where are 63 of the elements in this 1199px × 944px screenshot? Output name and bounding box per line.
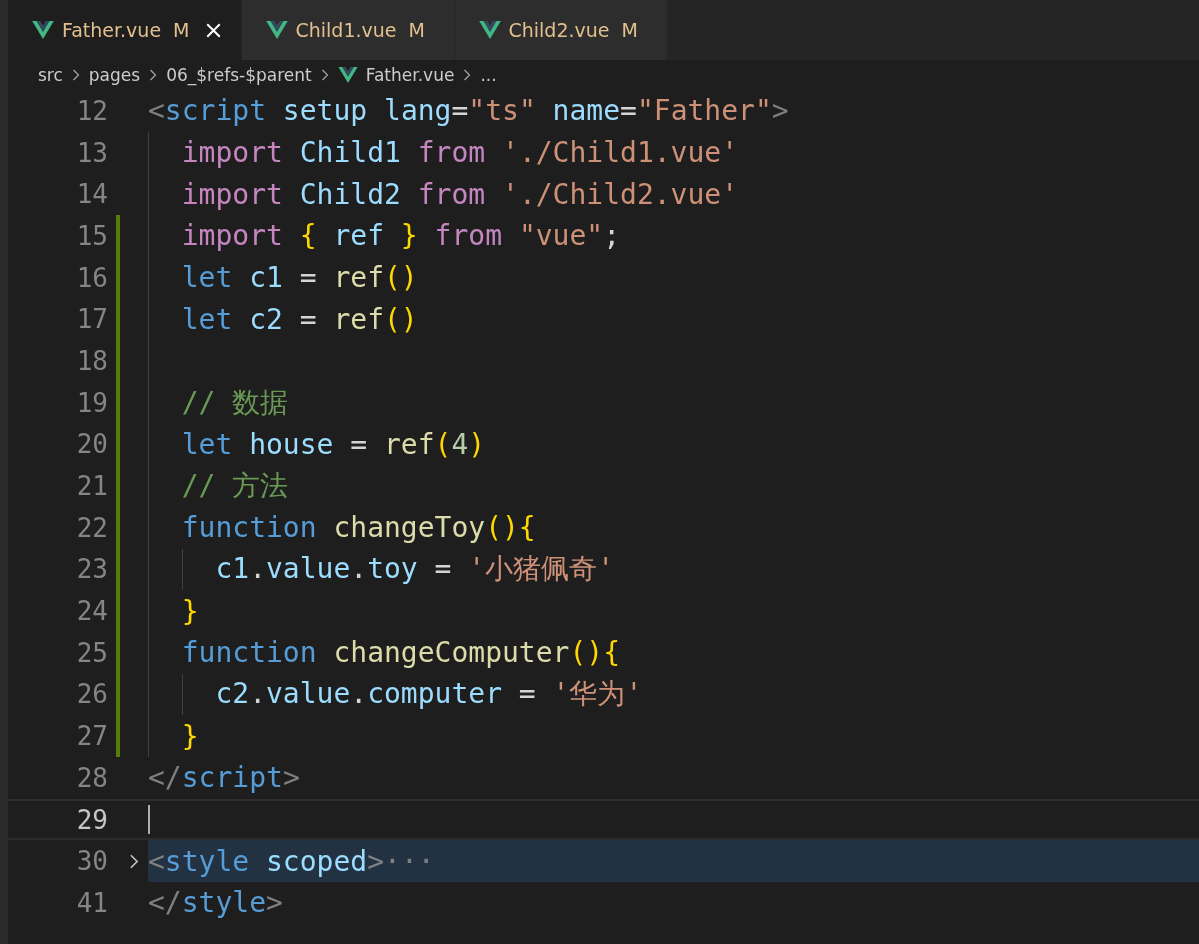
breadcrumb-item[interactable]: 06_$refs-$parent — [166, 65, 312, 85]
vue-icon — [32, 21, 54, 39]
code-line: </style> — [148, 886, 283, 920]
tab-label: Child1.vue — [295, 19, 397, 41]
breadcrumb-item[interactable]: ... — [480, 65, 497, 85]
line-number: 20 — [75, 429, 108, 460]
line-number: 17 — [75, 304, 108, 335]
line-number: 22 — [75, 512, 108, 543]
code-line: c2.value.computer = '华为' — [215, 676, 643, 713]
line-number: 30 — [75, 846, 108, 877]
modified-indicator: M — [173, 19, 190, 41]
code-line: let c2 = ref() — [181, 302, 418, 336]
close-icon[interactable] — [205, 22, 221, 38]
line-number: 23 — [75, 554, 108, 585]
editor-tab[interactable]: Child1.vue M — [241, 0, 455, 60]
line-number: 18 — [75, 345, 108, 376]
code-line: <style scoped>··· — [148, 844, 435, 878]
line-number: 19 — [75, 387, 108, 418]
text-cursor — [148, 804, 150, 835]
vue-icon — [478, 21, 501, 39]
line-number: 14 — [75, 179, 108, 210]
breadcrumb-item[interactable]: Father.vue — [365, 65, 455, 85]
line-number: 16 — [75, 262, 108, 293]
chevron-icon — [463, 69, 472, 81]
chevron-icon[interactable] — [129, 853, 139, 869]
code-line: import { ref } from "vue"; — [181, 219, 621, 253]
modified-indicator: M — [408, 19, 425, 41]
tab-label: Father.vue — [62, 19, 162, 41]
code-line: </script> — [148, 761, 300, 795]
vue-icon — [337, 67, 358, 83]
code-line: <script setup lang="ts" name="Father"> — [148, 94, 789, 128]
code-line: function changeToy(){ — [181, 511, 536, 545]
chevron-icon — [320, 69, 329, 81]
code-line: import Child2 from './Child2.vue' — [181, 177, 739, 211]
line-number: 26 — [75, 679, 108, 710]
line-number: 29 — [75, 804, 108, 835]
editor-tab[interactable]: Child2.vue M — [454, 0, 668, 60]
code-line: c1.value.toy = '小猪佩奇' — [215, 551, 615, 588]
code-line: let c1 = ref() — [181, 261, 418, 295]
editor-tab[interactable]: Father.vue M — [8, 0, 242, 60]
line-number: 13 — [75, 137, 108, 168]
code-line: // 数据 — [181, 384, 289, 421]
code-line: function changeComputer(){ — [181, 636, 620, 670]
chevron-icon — [149, 69, 158, 81]
line-number: 41 — [75, 887, 108, 918]
code-line: let house = ref(4) — [181, 427, 486, 461]
vue-icon — [265, 21, 288, 39]
line-number: 21 — [75, 471, 108, 502]
code-line: // 方法 — [181, 468, 289, 505]
line-number: 28 — [75, 762, 108, 793]
line-number: 27 — [75, 721, 108, 752]
line-number: 24 — [75, 596, 108, 627]
code-line: import Child1 from './Child1.vue' — [181, 136, 739, 170]
line-number: 15 — [75, 220, 108, 251]
modified-indicator: M — [621, 19, 638, 41]
line-number: 25 — [75, 637, 108, 668]
tab-label: Child2.vue — [508, 19, 610, 41]
chevron-icon — [71, 69, 80, 81]
breadcrumb-item[interactable]: src — [38, 65, 63, 85]
code-line: } — [181, 594, 199, 628]
line-number: 12 — [75, 95, 108, 126]
code-line: } — [181, 719, 199, 753]
breadcrumb-item[interactable]: pages — [88, 65, 141, 85]
